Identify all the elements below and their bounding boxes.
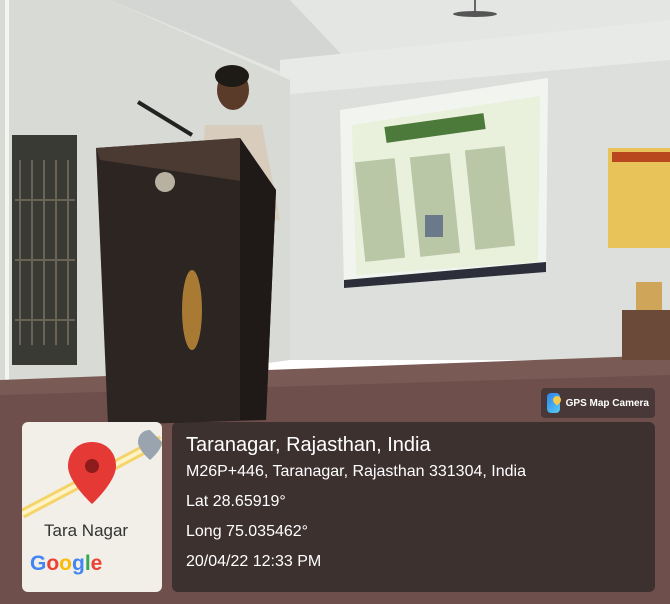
google-logo: Google xyxy=(30,552,103,575)
gps-map-camera-badge: GPS Map Camera xyxy=(541,388,655,418)
location-latitude: Lat 28.65919° xyxy=(186,493,286,510)
photo-scene: GPS Map Camera Tara Nagar Google Taranag… xyxy=(0,0,670,604)
location-info-panel: Taranagar, Rajasthan, India M26P+446, Ta… xyxy=(172,422,655,592)
location-datetime: 20/04/22 12:33 PM xyxy=(186,553,322,570)
location-address: M26P+446, Taranagar, Rajasthan 331304, I… xyxy=(186,463,526,480)
location-longitude: Long 75.035462° xyxy=(186,523,309,540)
gps-map-camera-icon xyxy=(547,393,560,413)
location-title: Taranagar, Rajasthan, India xyxy=(186,434,431,456)
gps-badge-label: GPS Map Camera xyxy=(565,397,649,409)
map-place-label: Tara Nagar xyxy=(44,521,129,540)
